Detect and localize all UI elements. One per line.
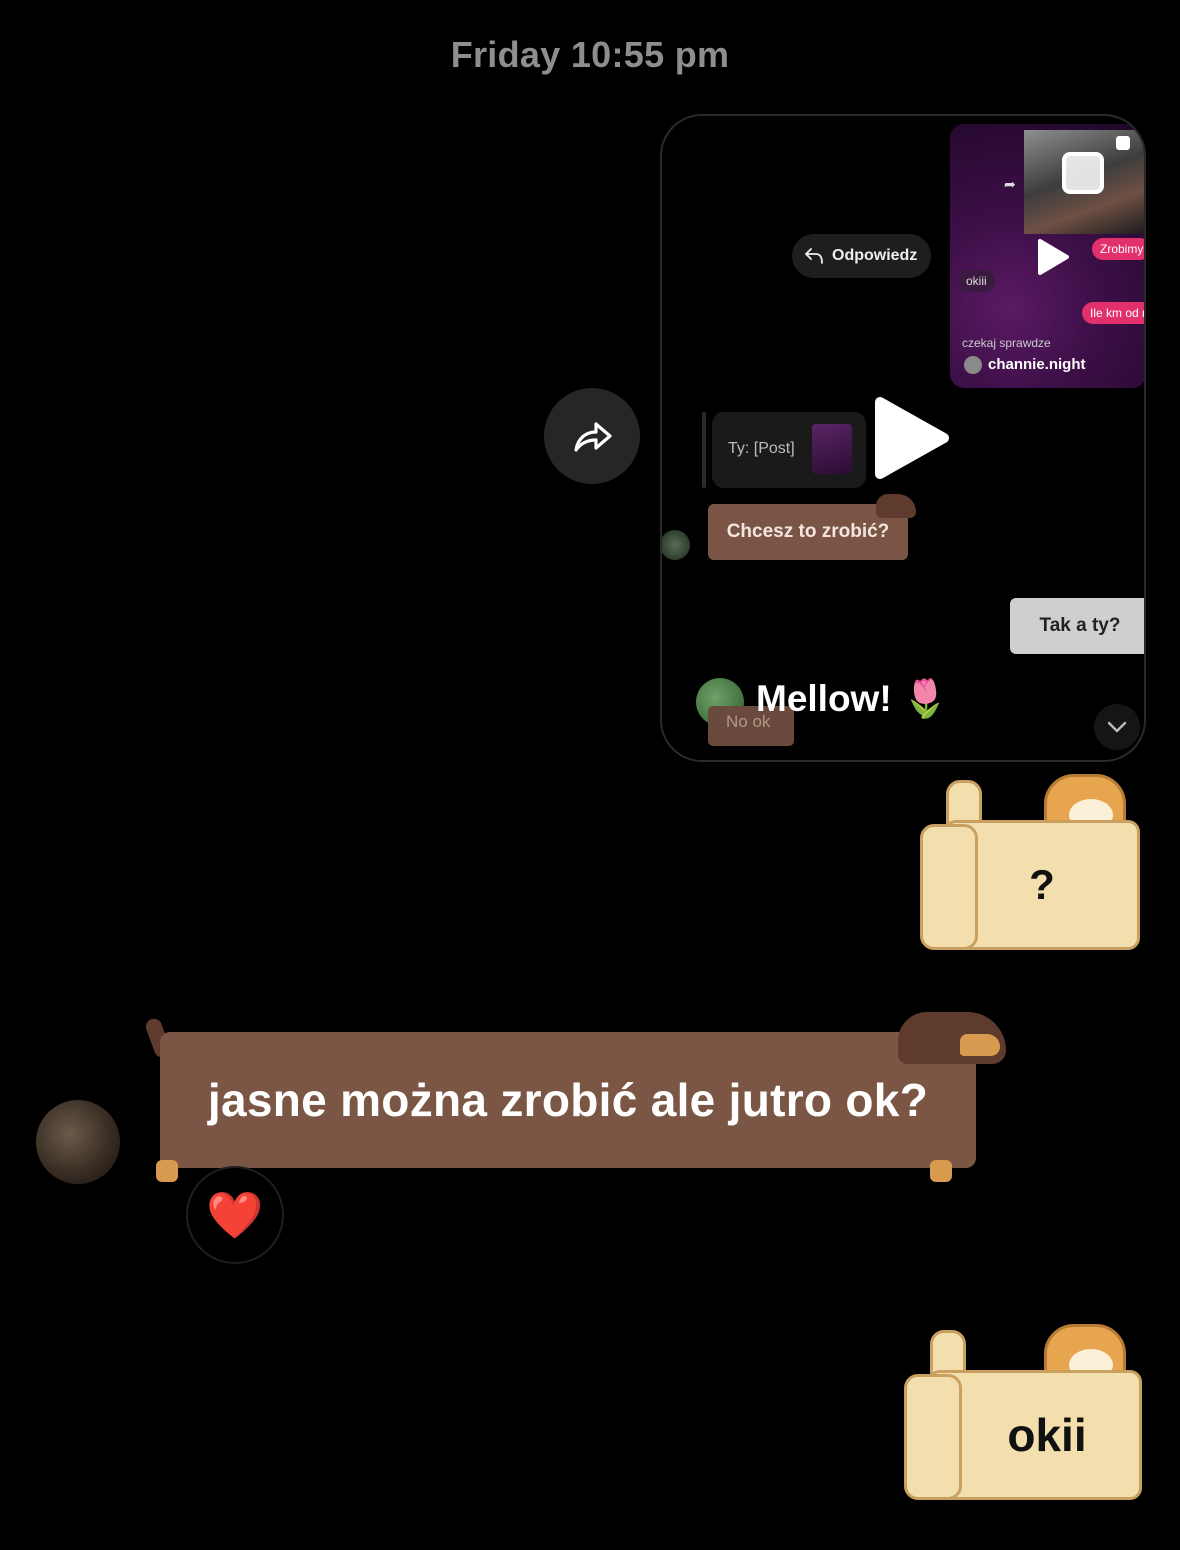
share-button[interactable] xyxy=(544,388,640,484)
thumb-bubble-okiii: okiii xyxy=(958,270,995,292)
incoming-message-bubble[interactable]: jasne można zrobić ale jutro ok? xyxy=(160,1032,976,1168)
reel-thumbnail[interactable]: ➦ Zrobimy okiii Ile km od n czekaj spraw… xyxy=(950,124,1144,388)
sign-tak-a-ty: Tak a ty? xyxy=(1010,598,1144,654)
thumb-bubble-zrobimy: Zrobimy xyxy=(1092,238,1144,260)
doge-sign-sticker: ? xyxy=(920,774,1144,950)
copy-icon xyxy=(1062,152,1104,194)
message-text: okii xyxy=(1007,1409,1087,1461)
thumb-bubble-czekaj: czekaj sprawdze xyxy=(962,336,1051,350)
thumb-username: channie.night xyxy=(988,356,1086,373)
doge-sign-sticker: okii xyxy=(904,1324,1144,1500)
shared-reel-card[interactable]: ➦ Zrobimy okiii Ile km od n czekaj spraw… xyxy=(660,114,1146,762)
timestamp: Friday 10:55 pm xyxy=(450,34,730,75)
thumb-bubble-ile-km: Ile km od n xyxy=(1082,302,1144,324)
message-text: ? xyxy=(1029,861,1055,908)
play-icon[interactable] xyxy=(872,396,950,480)
thumb-user-avatar xyxy=(964,356,982,374)
reply-quote-bar xyxy=(702,412,706,488)
reply-arrow-icon xyxy=(805,248,823,264)
dachshund-leg-back xyxy=(930,1160,952,1182)
heart-icon: ❤️ xyxy=(206,1188,264,1241)
play-icon xyxy=(1038,239,1069,275)
small-share-icon: ➦ xyxy=(1004,176,1016,192)
sticker-avatar xyxy=(662,530,690,560)
message-text: jasne można zrobić ale jutro ok? xyxy=(207,1074,929,1126)
chevron-down-icon xyxy=(1107,721,1127,733)
dachshund-head xyxy=(898,1012,1006,1064)
dachshund-leg-front xyxy=(156,1160,178,1182)
reply-preview: Ty: [Post] xyxy=(712,412,866,488)
reply-preview-label: Ty: [Post] xyxy=(728,440,795,457)
dachshund-snout xyxy=(960,1034,1000,1056)
reel-caption: Mellow! 🌷 xyxy=(756,678,949,719)
reaction-badge[interactable]: ❤️ xyxy=(186,1166,284,1264)
reply-button[interactable]: Odpowiedz xyxy=(792,234,932,278)
reply-preview-thumb xyxy=(812,424,852,474)
doge-paw xyxy=(920,824,978,950)
sender-avatar[interactable] xyxy=(36,1100,120,1184)
multi-post-icon xyxy=(1116,136,1130,150)
doge-paw xyxy=(904,1374,962,1500)
expand-button[interactable] xyxy=(1094,704,1140,750)
share-arrow-icon xyxy=(574,422,612,452)
dog-head-small xyxy=(876,494,916,518)
reply-button-label: Odpowiedz xyxy=(832,247,918,264)
